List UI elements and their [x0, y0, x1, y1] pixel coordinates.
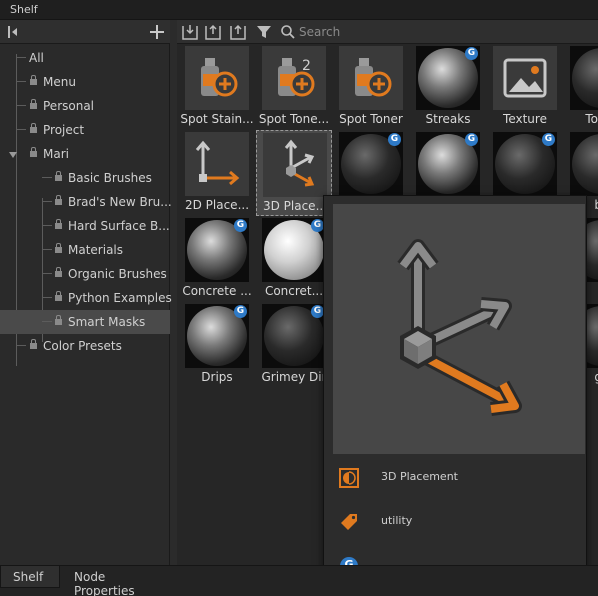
add-shelf-button[interactable]: [148, 23, 166, 41]
tree-item-project[interactable]: Project: [0, 118, 170, 142]
shelf-item[interactable]: Texture: [487, 44, 563, 130]
shelf-item[interactable]: G Drips: [179, 302, 255, 388]
search-input[interactable]: Search: [299, 25, 340, 39]
lock-icon: [30, 123, 37, 134]
spot-toner-icon: [339, 46, 403, 110]
window-title: Shelf: [10, 3, 38, 16]
tree-item-python-examples[interactable]: Python Examples: [0, 286, 172, 310]
image-icon: [493, 46, 557, 110]
shelf-item[interactable]: G Grimey Dir: [256, 302, 332, 388]
lock-icon: [55, 171, 62, 182]
shelf-item[interactable]: G Concrete ...: [179, 216, 255, 302]
tree-item-menu[interactable]: Menu: [0, 70, 170, 94]
tree-item-personal[interactable]: Personal: [0, 94, 170, 118]
shelf-item-label: Spot Tone...: [258, 112, 330, 126]
expand-arrow-icon[interactable]: [8, 149, 18, 163]
tab-node-properties[interactable]: Node Properties: [62, 566, 178, 596]
global-badge-icon: G: [234, 305, 247, 318]
tree-item-color-presets[interactable]: Color Presets: [0, 334, 170, 358]
tree-item-all[interactable]: All: [0, 46, 170, 70]
3d-placement-preview: [333, 204, 585, 454]
tree-item-brads-new-brushes[interactable]: Brad's New Bru...: [0, 190, 172, 214]
popup-tag-label: utility: [381, 514, 413, 527]
popup-item-name: 3D Placement: [381, 470, 458, 483]
save-icon[interactable]: [204, 23, 222, 41]
material-ball: [570, 132, 598, 196]
search-field[interactable]: Search: [277, 22, 598, 42]
tree-toolbar: [0, 20, 170, 44]
shelf-tree-panel: All Menu Personal Project Mari Basic Bru…: [0, 20, 172, 565]
lock-icon: [30, 99, 37, 110]
tree-item-mari[interactable]: Mari: [0, 142, 170, 166]
tree-item-hard-surface[interactable]: Hard Surface B...: [0, 214, 170, 238]
tree-item-organic-brushes[interactable]: Organic Brushes: [0, 262, 170, 286]
lock-icon: [30, 339, 37, 350]
shelf-item-label: Streaks: [425, 112, 471, 126]
shelf-item[interactable]: G Concret...: [256, 216, 332, 302]
import-icon[interactable]: [181, 23, 199, 41]
shelf-item-label: Grimey Dir: [261, 370, 327, 384]
tree-item-smart-masks[interactable]: Smart Masks: [0, 310, 170, 334]
smart-mask-icon: [338, 467, 360, 489]
lock-icon: [30, 75, 37, 86]
svg-text:2: 2: [302, 58, 311, 74]
shelf-item[interactable]: Spot Stain...: [179, 44, 255, 130]
tree-item-basic-brushes[interactable]: Basic Brushes: [0, 166, 170, 190]
title-bar: Shelf: [0, 0, 598, 20]
material-ball-icon: [572, 134, 598, 194]
shelf-item[interactable]: Top D: [564, 44, 598, 130]
item-preview-popup: 3D Placement utility G: [323, 195, 587, 589]
shelf-item-label: 2D Place...: [184, 198, 250, 212]
panel-tabs: Shelf Node Properties: [0, 565, 598, 596]
shelf-item-label: Concret...: [264, 284, 324, 298]
shelf-item-label: Texture: [503, 112, 547, 126]
3d-placement-icon: [263, 133, 327, 197]
search-icon: [280, 24, 296, 43]
tag-icon: [338, 511, 360, 533]
export-icon[interactable]: [229, 23, 247, 41]
popup-name-row: 3D Placement: [324, 464, 588, 490]
global-badge-icon: G: [234, 219, 247, 232]
lock-icon: [55, 243, 62, 254]
lock-icon: [55, 315, 62, 326]
2d-placement-icon: [185, 132, 249, 196]
shelf-item[interactable]: G Streaks: [410, 44, 486, 130]
shelf-item-label: 3D Place...: [262, 199, 328, 213]
spot-tone-icon: 2: [262, 46, 326, 110]
spot-stain-icon: [185, 46, 249, 110]
shelf-item-label: Top D: [585, 112, 598, 126]
shelf-item-label: Drips: [201, 370, 233, 384]
lock-icon: [55, 219, 62, 230]
shelf-item[interactable]: 2D Place...: [179, 130, 255, 216]
shelf-toolbar: Search: [177, 20, 598, 44]
lock-icon: [55, 267, 62, 278]
shelf-item-label: Concrete ...: [182, 284, 252, 298]
lock-icon: [55, 195, 62, 206]
global-badge-icon: G: [465, 47, 478, 60]
shelf-item[interactable]: Spot Toner: [333, 44, 409, 130]
shelf-item[interactable]: 3D Place...: [256, 130, 332, 216]
tab-shelf[interactable]: Shelf: [0, 566, 60, 588]
material-ball-icon: [572, 48, 598, 108]
lock-icon: [55, 291, 62, 302]
lock-icon: [30, 147, 37, 158]
shelf-item-label: Spot Stain...: [180, 112, 254, 126]
popup-tag-row: utility: [324, 508, 588, 534]
tree-item-materials[interactable]: Materials: [0, 238, 170, 262]
global-badge-icon: G: [465, 133, 478, 146]
global-badge-icon: G: [542, 133, 555, 146]
global-badge-icon: G: [388, 133, 401, 146]
collapse-panel-icon[interactable]: [4, 23, 22, 41]
shelf-item-label: Spot Toner: [339, 112, 403, 126]
filter-icon[interactable]: [255, 23, 273, 41]
shelf-item[interactable]: 2 Spot Tone...: [256, 44, 332, 130]
material-ball: [570, 46, 598, 110]
